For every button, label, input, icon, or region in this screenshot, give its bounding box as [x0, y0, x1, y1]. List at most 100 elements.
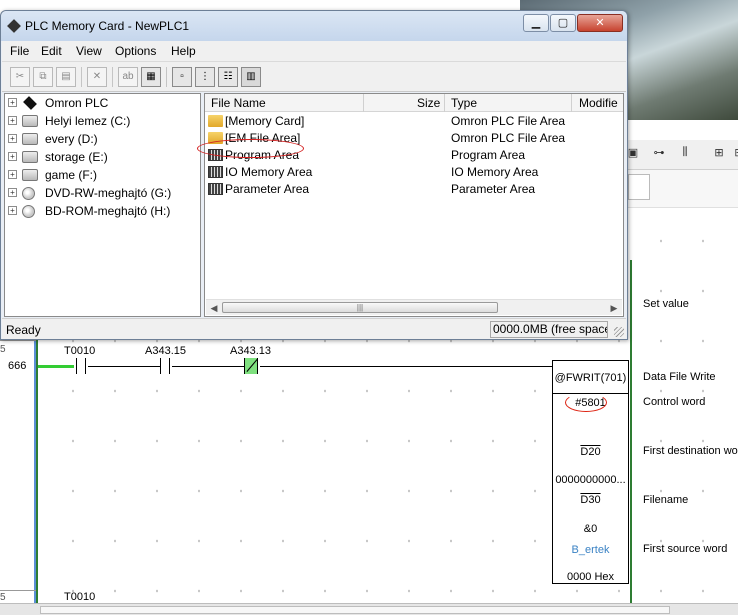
file-name: Parameter Area [225, 182, 310, 196]
free-space-panel: 0000.0MB (free space [490, 321, 608, 338]
list-hscrollbar[interactable]: ◀ ||| ▶ [206, 299, 622, 315]
drive-icon [22, 169, 38, 181]
expand-icon[interactable]: + [8, 188, 17, 197]
plc-icon [23, 96, 37, 110]
tree-item-label: every (D:) [45, 132, 98, 146]
app-icon [7, 19, 21, 33]
title-bar[interactable]: PLC Memory Card - NewPLC1 ▁ ▢ ✕ [1, 11, 627, 41]
file-list[interactable]: File Name Size Type Modifie [Memory Card… [204, 93, 624, 317]
copy-icon[interactable]: ⧉ [33, 67, 53, 87]
contact-a343-15[interactable] [160, 358, 170, 374]
scroll-left-icon[interactable]: ◀ [207, 301, 221, 315]
column-divider[interactable] [444, 94, 445, 112]
expand-icon[interactable]: + [8, 170, 17, 179]
tree-item-label: Omron PLC [45, 96, 109, 110]
tree-item-drive-e[interactable]: + storage (E:) [5, 148, 200, 166]
delete-icon[interactable]: ✕ [87, 67, 107, 87]
properties-icon[interactable]: ▦ [141, 67, 161, 87]
menu-view[interactable]: View [76, 44, 102, 58]
expand-icon[interactable]: + [8, 98, 17, 107]
expand-icon[interactable]: + [8, 116, 17, 125]
operand-filename-value[interactable]: 0000000000... [553, 474, 628, 486]
gutter-marker: 5 [0, 344, 6, 355]
operand-filename[interactable]: D30 [553, 494, 628, 506]
annotation-circle [565, 393, 607, 412]
paste-icon[interactable]: ▤ [56, 67, 76, 87]
list-item[interactable]: Parameter Area Parameter Area [205, 181, 623, 198]
menu-file[interactable]: File [10, 44, 29, 58]
tree-item-drive-c[interactable]: + Helyi lemez (C:) [5, 112, 200, 130]
column-header-modified[interactable]: Modifie [579, 96, 618, 110]
column-header-type[interactable]: Type [451, 96, 477, 110]
expand-icon[interactable]: + [8, 134, 17, 143]
toolbar-button-icon[interactable]: ⊞ [710, 146, 728, 162]
file-type: Omron PLC File Area [451, 114, 566, 128]
tree-item-omron-plc[interactable]: + Omron PLC [5, 94, 200, 112]
large-icons-icon[interactable]: ▫ [172, 67, 192, 87]
small-icons-icon[interactable]: ⋮ [195, 67, 215, 87]
editor-subbar [620, 170, 738, 208]
left-power-rail [36, 340, 38, 603]
editor-toolbar: ▣ ⊶ ⫼ ⊞ ⊟ [620, 140, 738, 170]
column-header-file-name[interactable]: File Name [211, 96, 266, 110]
operand-description: First destination wor [643, 445, 738, 457]
resize-grip-icon[interactable] [614, 327, 624, 337]
operand-source-symbol[interactable]: B_ertek [553, 544, 628, 556]
column-divider[interactable] [363, 94, 364, 112]
status-text: Ready [6, 323, 41, 337]
tree-item-drive-h[interactable]: + BD-ROM-meghajtó (H:) [5, 202, 200, 220]
list-header: File Name Size Type Modifie [205, 94, 623, 112]
tree-item-drive-g[interactable]: + DVD-RW-meghajtó (G:) [5, 184, 200, 202]
contact-a343-13[interactable] [244, 358, 258, 374]
expand-icon[interactable]: + [8, 152, 17, 161]
contact-label: A343.15 [145, 345, 186, 357]
operand-destination[interactable]: D20 [553, 446, 628, 458]
energized-wire [38, 365, 74, 368]
column-divider[interactable] [571, 94, 572, 112]
column-header-size[interactable]: Size [417, 96, 440, 110]
file-name: [Memory Card] [225, 114, 305, 128]
tree-item-drive-f[interactable]: + game (F:) [5, 166, 200, 184]
menu-edit[interactable]: Edit [41, 44, 62, 58]
gutter-marker: 5 [0, 592, 6, 603]
subbar-box[interactable] [628, 174, 650, 200]
file-name: IO Memory Area [225, 165, 313, 179]
window-title: PLC Memory Card - NewPLC1 [25, 19, 190, 33]
toolbar: ✂ ⧉ ▤ ✕ ab ▦ ▫ ⋮ ☷ ▥ [2, 61, 626, 92]
minimize-button[interactable]: ▁ [523, 14, 549, 32]
scroll-right-icon[interactable]: ▶ [607, 301, 621, 315]
maximize-button[interactable]: ▢ [550, 14, 576, 32]
expand-icon[interactable]: + [8, 206, 17, 215]
cut-icon[interactable]: ✂ [10, 67, 30, 87]
menu-help[interactable]: Help [171, 44, 196, 58]
disc-icon [22, 205, 35, 218]
close-button[interactable]: ✕ [577, 14, 623, 32]
rename-icon[interactable]: ab [118, 67, 138, 87]
annotation-circle [197, 139, 304, 158]
list-item[interactable]: [Memory Card] Omron PLC File Area [205, 113, 623, 130]
operand-source-constant[interactable]: &0 [553, 523, 628, 535]
editor-hscrollbar[interactable] [0, 603, 738, 615]
scroll-thumb[interactable] [40, 606, 670, 614]
list-view-icon[interactable]: ☷ [218, 67, 238, 87]
rung-separator [0, 340, 36, 341]
list-item[interactable]: IO Memory Area IO Memory Area [205, 164, 623, 181]
drive-icon [22, 151, 38, 163]
toolbar-button-icon[interactable]: ⊶ [650, 146, 668, 162]
tree-item-label: storage (E:) [45, 150, 108, 164]
menu-options[interactable]: Options [115, 44, 156, 58]
next-rung-contact-label: T0010 [64, 591, 96, 603]
rung-gutter [0, 340, 36, 603]
details-view-icon[interactable]: ▥ [241, 67, 261, 87]
folder-tree[interactable]: + Omron PLC + Helyi lemez (C:) + every (… [4, 93, 201, 317]
scroll-thumb[interactable]: ||| [222, 302, 498, 313]
contact-t0010[interactable] [76, 358, 86, 374]
file-type: Program Area [451, 148, 526, 162]
toolbar-button-icon[interactable]: ⫼ [676, 146, 694, 162]
tree-item-drive-d[interactable]: + every (D:) [5, 130, 200, 148]
toolbar-button-icon[interactable]: ⊟ [730, 146, 738, 162]
tree-item-label: Helyi lemez (C:) [45, 114, 131, 128]
plc-memory-card-window: PLC Memory Card - NewPLC1 ▁ ▢ ✕ File Edi… [0, 10, 628, 340]
rung-separator [0, 590, 36, 591]
drive-icon [22, 115, 38, 127]
